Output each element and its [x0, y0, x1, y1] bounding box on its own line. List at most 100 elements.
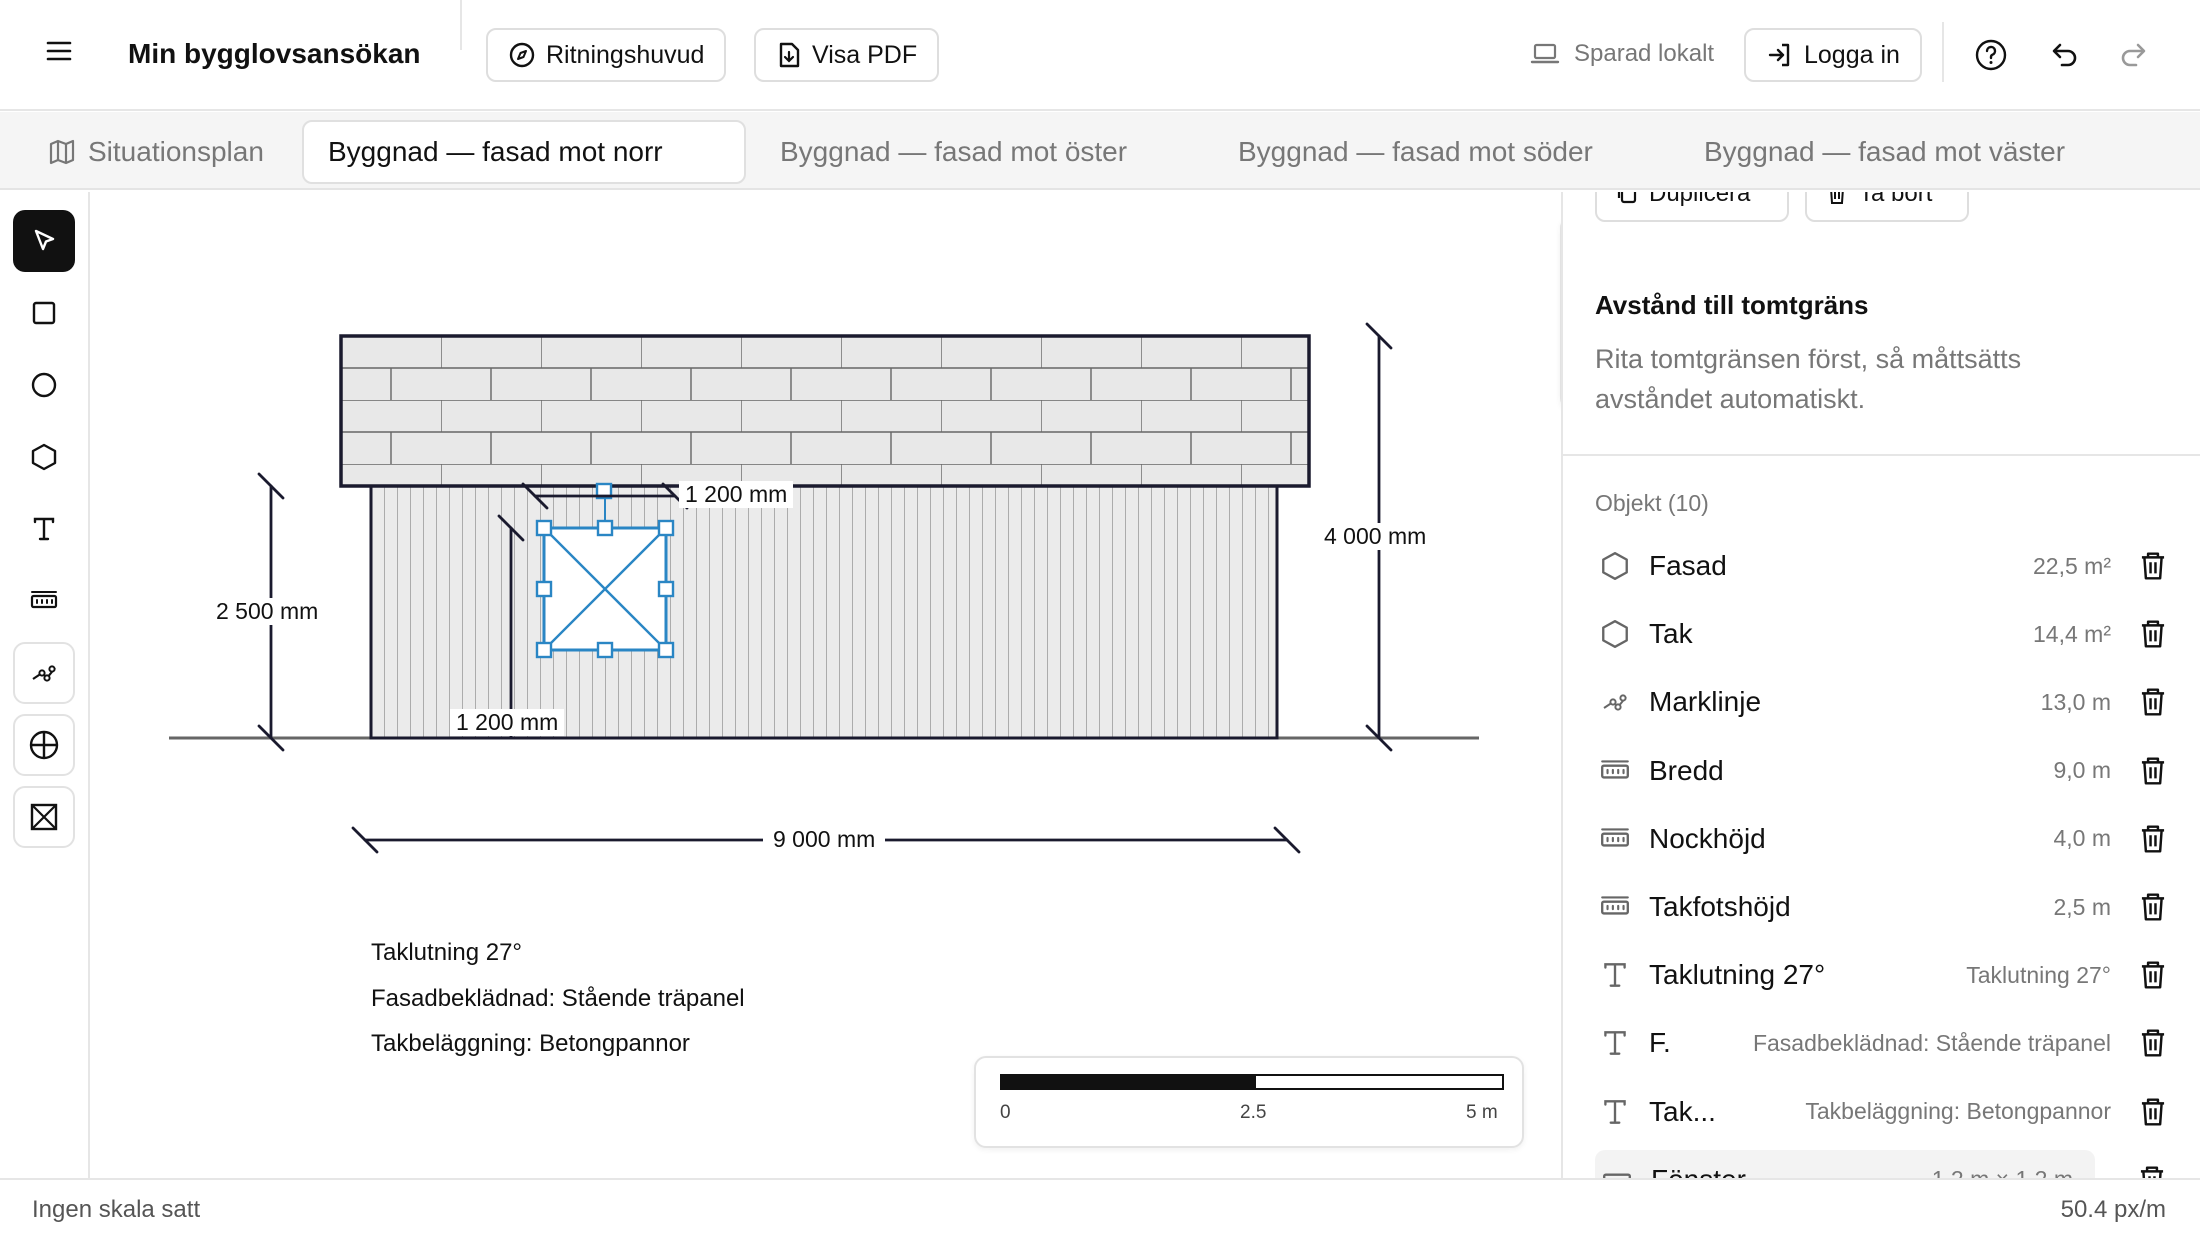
- tab-fasad-norr[interactable]: Byggnad — fasad mot norr: [302, 120, 746, 184]
- ruler-icon: [1593, 823, 1637, 855]
- laptop-icon: [1530, 43, 1560, 64]
- object-value: 9,0 m: [2053, 757, 2111, 784]
- resize-handle[interactable]: [535, 580, 553, 598]
- trash-icon[interactable]: [2133, 891, 2173, 923]
- resize-handle[interactable]: [535, 519, 553, 537]
- duplicate-label: Duplicera: [1649, 192, 1751, 207]
- object-row[interactable]: Takfotshöjd 2,5 m: [1593, 877, 2173, 937]
- hexagon-icon: [1593, 550, 1637, 582]
- object-row[interactable]: Nockhöjd 4,0 m: [1593, 809, 2173, 869]
- select-tool[interactable]: [13, 210, 75, 272]
- help-button[interactable]: [1974, 38, 2008, 77]
- object-row[interactable]: Tak... Takbeläggning: Betongpannor: [1593, 1082, 2173, 1142]
- scale-tick-label: 2.5: [1240, 1102, 1267, 1123]
- object-row[interactable]: Fasad 22,5 m²: [1593, 536, 2173, 596]
- trash-icon[interactable]: [2133, 618, 2173, 650]
- dim-width: 9 000 mm: [763, 826, 886, 853]
- rectangle-tool[interactable]: [13, 282, 75, 344]
- roof[interactable]: [339, 334, 1311, 488]
- trash-icon[interactable]: [2137, 1164, 2167, 1178]
- object-row[interactable]: F. Fasadbeklädnad: Stående träpanel: [1593, 1013, 2173, 1073]
- visa-pdf-label: Visa PDF: [812, 40, 918, 69]
- tab-fasad-soder[interactable]: Byggnad — fasad mot söder: [1214, 120, 1617, 184]
- properties-panel: Duplicera Ta bort Avstånd till tomtgräns…: [1561, 192, 2200, 1178]
- redo-button[interactable]: [2118, 38, 2152, 77]
- text-icon: [1593, 1096, 1637, 1128]
- text-icon: [33, 517, 55, 541]
- measure-tool[interactable]: [13, 570, 75, 632]
- trash-icon[interactable]: [2133, 1096, 2173, 1128]
- dim-wall-height: 2 500 mm: [210, 598, 325, 625]
- object-row[interactable]: Taklutning 27° Taklutning 27°: [1593, 945, 2173, 1005]
- object-name: Fasad: [1649, 550, 1727, 581]
- object-value: 13,0 m: [2040, 688, 2111, 715]
- resize-handle[interactable]: [596, 641, 614, 659]
- trash-icon[interactable]: [2133, 755, 2173, 787]
- resolution-readout: 50.4 px/m: [2060, 1196, 2166, 1223]
- ruler-icon: [30, 591, 58, 609]
- trash-icon[interactable]: [2133, 550, 2173, 582]
- object-value: 2,5 m: [2053, 893, 2111, 920]
- note-taklutning[interactable]: Taklutning 27°: [371, 939, 522, 967]
- ground-line-tool[interactable]: [13, 642, 75, 704]
- trash-icon[interactable]: [2133, 1027, 2173, 1059]
- note-takbelaggning[interactable]: Takbeläggning: Betongpannor: [371, 1030, 690, 1058]
- menu-button[interactable]: [44, 36, 84, 76]
- drawing-canvas[interactable]: 1 200 mm 1 200 mm 2 500 mm 4 000 mm 4 00…: [91, 192, 1561, 1178]
- ritningshuvud-button[interactable]: Ritningshuvud: [486, 28, 727, 82]
- divider: [460, 0, 462, 50]
- object-name: Tak: [1649, 618, 1693, 650]
- resize-handle[interactable]: [596, 519, 614, 537]
- delete-label: Ta bort: [1859, 192, 1933, 207]
- object-value: 1,2 m × 1,2 m: [1932, 1166, 2095, 1178]
- compass-icon: [509, 42, 535, 68]
- object-row[interactable]: Bredd 9,0 m: [1593, 741, 2173, 801]
- object-name: F.: [1649, 1027, 1671, 1059]
- undo-icon: [2052, 43, 2077, 67]
- saved-status-text: Sparad lokalt: [1574, 40, 1715, 67]
- window-tool[interactable]: [13, 786, 75, 848]
- resize-handle[interactable]: [657, 641, 675, 659]
- elevation-drawing: [169, 322, 1479, 854]
- tab-fasad-oster[interactable]: Byggnad — fasad mot öster: [756, 120, 1151, 184]
- crosshair-tool[interactable]: [13, 714, 75, 776]
- object-row[interactable]: Tak 14,4 m²: [1593, 604, 2173, 664]
- object-name: Tak...: [1649, 1095, 1716, 1127]
- circle-tool[interactable]: [13, 354, 75, 416]
- duplicate-button[interactable]: Duplicera: [1595, 192, 1789, 222]
- dim-window-height: 1 200 mm: [450, 709, 565, 736]
- section-divider: [1563, 454, 2200, 456]
- trash-icon[interactable]: [2133, 686, 2173, 718]
- login-button[interactable]: Logga in: [1744, 28, 1922, 82]
- undo-button[interactable]: [2046, 38, 2080, 77]
- tab-label: Situationsplan: [88, 136, 264, 167]
- object-name: Fönster: [1651, 1164, 1746, 1178]
- circle-icon: [31, 372, 57, 398]
- resize-handle[interactable]: [535, 641, 553, 659]
- object-row[interactable]: Fönster 1,2 m × 1,2 m: [1595, 1149, 2095, 1178]
- polyline-icon: [32, 665, 56, 682]
- scale-tick-label: 5 m: [1466, 1102, 1498, 1123]
- resize-handle[interactable]: [657, 580, 675, 598]
- resize-handle[interactable]: [657, 519, 675, 537]
- tab-fasad-vaster[interactable]: Byggnad — fasad mot väster: [1680, 120, 2089, 184]
- login-label: Logga in: [1804, 40, 1900, 69]
- status-bar: Ingen skala satt 50.4 px/m: [0, 1178, 2200, 1240]
- note-fasadbekladnad[interactable]: Fasadbeklädnad: Stående träpanel: [371, 985, 745, 1013]
- object-value: 14,4 m²: [2033, 620, 2111, 647]
- ruler-icon: [1593, 755, 1637, 787]
- object-value: Taklutning 27°: [1966, 961, 2111, 988]
- polygon-tool[interactable]: [13, 426, 75, 488]
- polyline-icon: [1593, 686, 1637, 718]
- tab-situationsplan[interactable]: Situationsplan: [24, 120, 288, 184]
- ritningshuvud-label: Ritningshuvud: [546, 40, 705, 69]
- trash-icon[interactable]: [2133, 959, 2173, 991]
- app-title: Min bygglovsansökan: [128, 38, 421, 69]
- distance-heading: Avstånd till tomtgräns: [1595, 290, 1869, 320]
- visa-pdf-button[interactable]: Visa PDF: [754, 28, 940, 82]
- text-tool[interactable]: [13, 498, 75, 560]
- trash-icon[interactable]: [2133, 823, 2173, 855]
- delete-button[interactable]: Ta bort: [1805, 192, 1969, 222]
- object-value: Fasadbeklädnad: Stående träpanel: [1752, 1029, 2111, 1056]
- object-row[interactable]: Marklinje 13,0 m: [1593, 672, 2173, 732]
